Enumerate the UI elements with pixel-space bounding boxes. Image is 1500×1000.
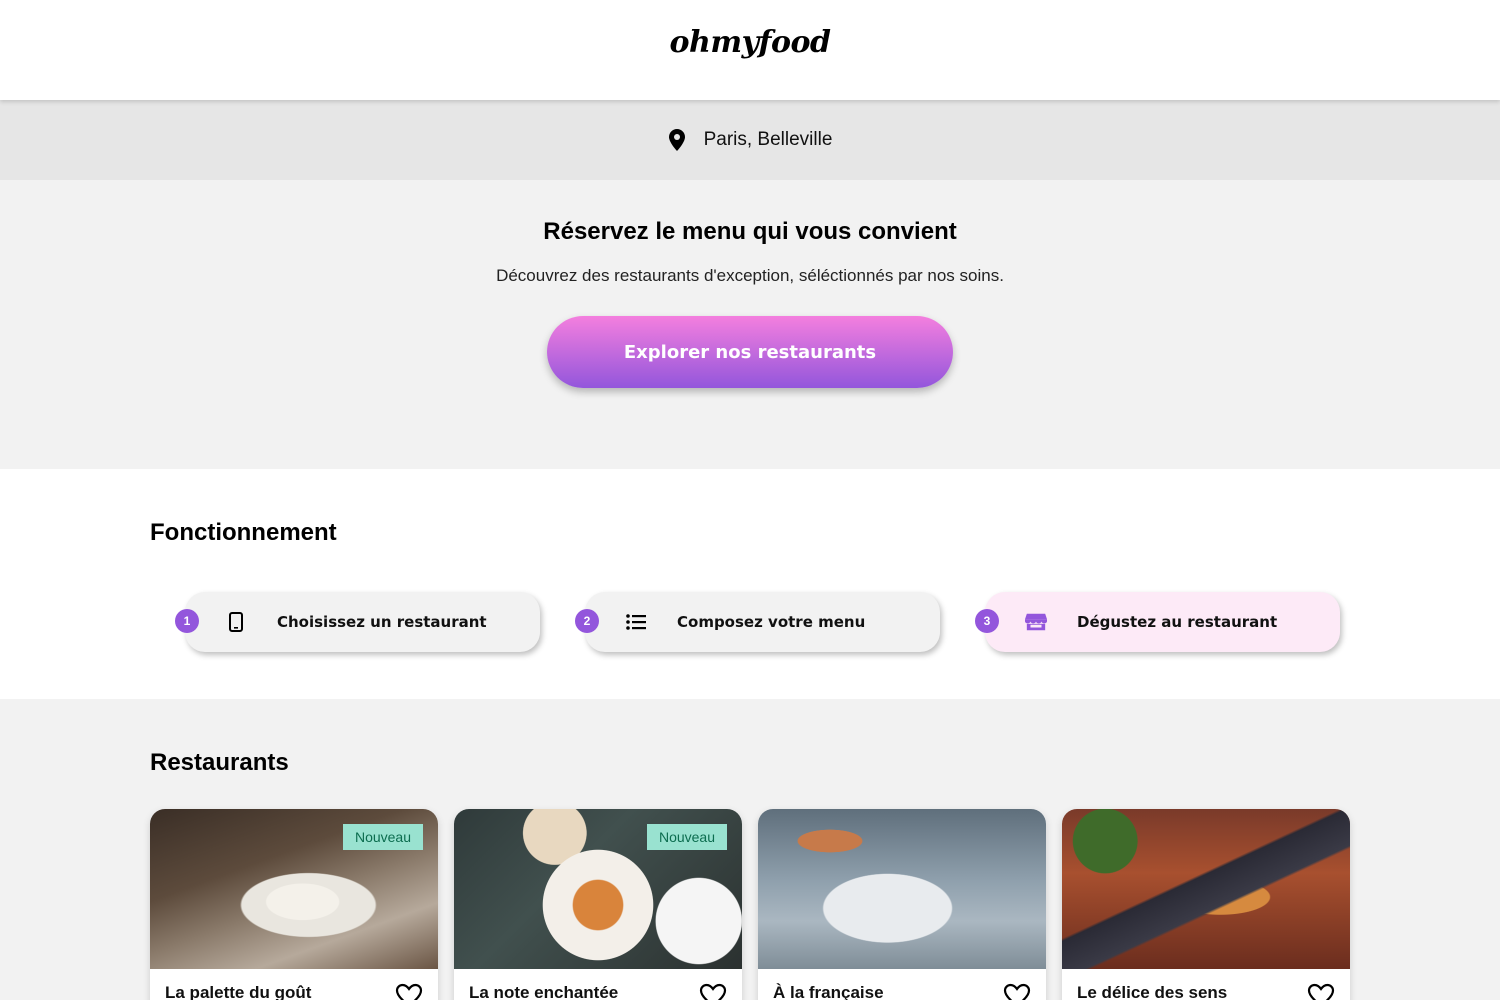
how-it-works-title: Fonctionnement xyxy=(150,519,337,546)
restaurant-card[interactable]: Nouveau La note enchantée xyxy=(454,809,742,1000)
restaurants-section: Restaurants Nouveau La palette du goût N… xyxy=(0,699,1500,1000)
step-choose-restaurant: 1 Choisissez un restaurant xyxy=(175,592,540,652)
restaurant-info: Le délice des sens xyxy=(1062,969,1350,1000)
step-enjoy-restaurant: 3 Dégustez au restaurant xyxy=(975,592,1340,652)
step-label: Dégustez au restaurant xyxy=(1077,613,1278,631)
step-number: 1 xyxy=(175,609,199,633)
heart-icon[interactable] xyxy=(395,983,423,1000)
explore-restaurants-button[interactable]: Explorer nos restaurants xyxy=(547,316,953,388)
restaurants-title: Restaurants xyxy=(150,749,289,776)
restaurant-name: La note enchantée xyxy=(469,983,619,1000)
restaurant-photo: Nouveau xyxy=(150,809,438,969)
new-badge: Nouveau xyxy=(342,824,423,850)
step-number: 2 xyxy=(575,609,599,633)
step-label: Composez votre menu xyxy=(677,613,866,631)
restaurant-photo xyxy=(758,809,1046,969)
restaurant-photo: Nouveau xyxy=(454,809,742,969)
restaurant-name: La palette du goût xyxy=(165,983,312,1000)
steps-list: 1 Choisissez un restaurant 2 Composez vo… xyxy=(150,592,1350,652)
restaurant-name: Le délice des sens xyxy=(1077,983,1228,1000)
heart-icon[interactable] xyxy=(699,983,727,1000)
ohmyfood-logo[interactable]: ohmyfood xyxy=(670,25,831,60)
restaurant-cards: Nouveau La palette du goût Nouveau La no… xyxy=(150,809,1350,1000)
restaurant-card[interactable]: À la française xyxy=(758,809,1046,1000)
hero-title: Réservez le menu qui vous convient xyxy=(543,218,957,245)
heart-icon[interactable] xyxy=(1003,983,1031,1000)
restaurant-name: À la française xyxy=(773,983,884,1000)
map-pin-icon xyxy=(668,129,686,151)
restaurant-card[interactable]: Le délice des sens xyxy=(1062,809,1350,1000)
restaurant-info: À la française xyxy=(758,969,1046,1000)
restaurant-photo xyxy=(1062,809,1350,969)
list-icon xyxy=(625,611,647,633)
location-bar: Paris, Belleville xyxy=(0,100,1500,180)
heart-icon[interactable] xyxy=(1307,983,1335,1000)
location-text: Paris, Belleville xyxy=(703,129,833,150)
how-it-works-section: Fonctionnement 1 Choisissez un restauran… xyxy=(0,469,1500,699)
hero-subtitle: Découvrez des restaurants d'exception, s… xyxy=(496,266,1004,285)
restaurant-info: La note enchantée xyxy=(454,969,742,1000)
site-header: ohmyfood xyxy=(0,0,1500,100)
restaurant-card[interactable]: Nouveau La palette du goût xyxy=(150,809,438,1000)
new-badge: Nouveau xyxy=(646,824,727,850)
step-compose-menu: 2 Composez votre menu xyxy=(575,592,940,652)
smartphone-icon xyxy=(225,611,247,633)
store-icon xyxy=(1025,611,1047,633)
step-number: 3 xyxy=(975,609,999,633)
step-label: Choisissez un restaurant xyxy=(277,613,487,631)
hero-section: Réservez le menu qui vous convient Décou… xyxy=(0,180,1500,469)
restaurant-info: La palette du goût xyxy=(150,969,438,1000)
